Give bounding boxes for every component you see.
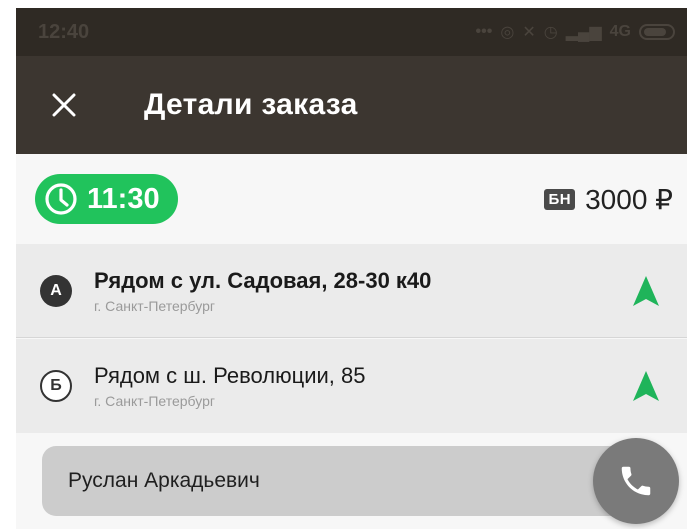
close-icon bbox=[52, 93, 76, 117]
status-bar: 12:40 ••• ◎ ✕ ◷ ▂▄▆ 4G bbox=[16, 8, 687, 56]
contact-row: Руслан Аркадьевич bbox=[16, 433, 687, 529]
order-price: 3000 ₽ bbox=[585, 183, 673, 215]
point-b-marker: Б bbox=[40, 370, 72, 402]
point-b-city: г. Санкт-Петербург bbox=[94, 393, 215, 409]
route-point-a[interactable]: А Рядом с ул. Садовая, 28-30 к40 г. Санк… bbox=[16, 244, 687, 338]
clock-icon bbox=[45, 183, 77, 215]
hotspot-icon: ◎ bbox=[500, 24, 515, 41]
signal-icon: ▂▄▆ bbox=[565, 24, 602, 41]
dots-icon: ••• bbox=[475, 23, 493, 40]
order-time: 11:30 bbox=[87, 182, 160, 215]
battery-icon bbox=[639, 24, 675, 40]
navigate-arrow-icon[interactable] bbox=[631, 369, 661, 403]
status-icons: ••• ◎ ✕ ◷ ▂▄▆ 4G bbox=[476, 22, 675, 42]
route-point-b[interactable]: Б Рядом с ш. Революции, 85 г. Санкт-Пете… bbox=[16, 339, 687, 433]
point-a-marker: А bbox=[40, 274, 72, 307]
contact-name-field[interactable]: Руслан Аркадьевич bbox=[42, 446, 642, 516]
price-box: БН 3000 ₽ bbox=[544, 183, 673, 216]
status-time: 12:40 bbox=[38, 20, 90, 43]
navigate-arrow-icon[interactable] bbox=[631, 274, 661, 308]
network-type: 4G bbox=[609, 23, 631, 40]
alarm-icon: ◷ bbox=[543, 24, 558, 41]
mute-icon: ✕ bbox=[522, 24, 536, 41]
point-a-address: Рядом с ул. Садовая, 28-30 к40 bbox=[94, 267, 432, 293]
close-button[interactable] bbox=[34, 75, 94, 135]
toolbar: Детали заказа bbox=[16, 56, 687, 154]
point-a-text: Рядом с ул. Садовая, 28-30 к40 г. Санкт-… bbox=[94, 268, 631, 314]
phone-icon bbox=[621, 466, 651, 496]
contact-name: Руслан Аркадьевич bbox=[68, 469, 260, 492]
call-button[interactable] bbox=[593, 438, 679, 524]
app-screen: 12:40 ••• ◎ ✕ ◷ ▂▄▆ 4G Детали заказа 11:… bbox=[16, 8, 687, 529]
point-a-city: г. Санкт-Петербург bbox=[94, 297, 215, 314]
point-b-address: Рядом с ш. Революции, 85 bbox=[94, 363, 366, 388]
payment-type-badge: БН bbox=[544, 188, 576, 210]
time-badge: 11:30 bbox=[35, 174, 178, 224]
order-info-row: 11:30 БН 3000 ₽ bbox=[16, 154, 687, 244]
point-b-text: Рядом с ш. Революции, 85 г. Санкт-Петерб… bbox=[94, 363, 631, 409]
page-title: Детали заказа bbox=[144, 88, 358, 121]
